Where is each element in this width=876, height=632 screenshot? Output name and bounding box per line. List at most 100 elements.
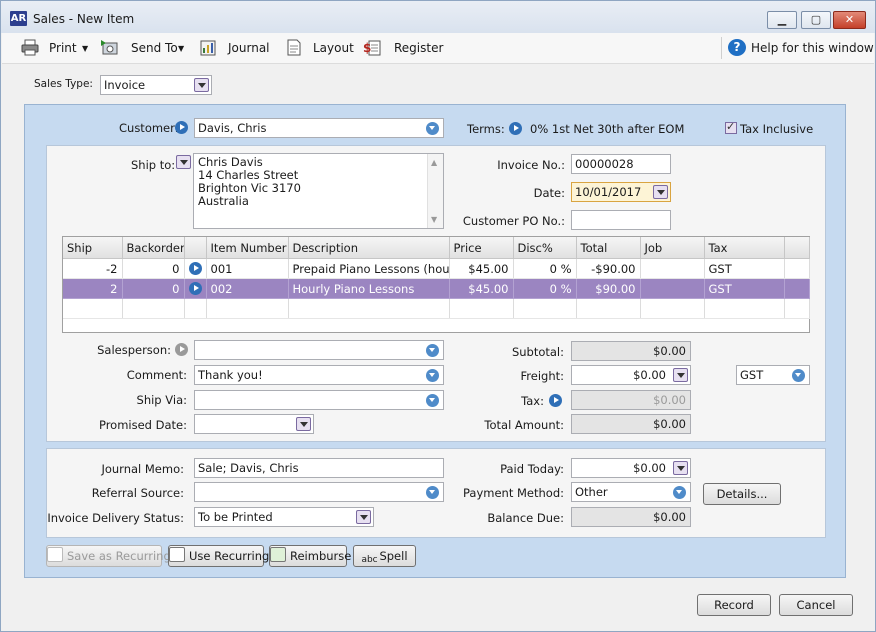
total-amount-value: $0.00 (571, 414, 691, 434)
use-recurring-button[interactable]: Use Recurring (168, 545, 269, 567)
cell-job[interactable] (640, 278, 705, 299)
freight-tax-field[interactable]: GST (736, 365, 810, 385)
layout-icon (287, 39, 301, 56)
cell-ship[interactable]: -2 (63, 258, 123, 279)
customer-field[interactable]: Davis, Chris (194, 118, 444, 138)
journal-memo-field[interactable]: Sale; Davis, Chris (194, 458, 444, 478)
cell-description[interactable]: Hourly Piano Lessons (288, 278, 450, 299)
tax-inclusive-checkbox[interactable] (725, 120, 737, 134)
customer-details-arrow-icon[interactable] (175, 121, 188, 134)
table-row[interactable]: 2 0 002 Hourly Piano Lessons $45.00 0 % … (63, 278, 810, 299)
cell-job[interactable] (640, 258, 705, 279)
chevron-down-icon[interactable] (792, 369, 805, 382)
cell-tax[interactable]: GST (704, 258, 785, 279)
minimize-button[interactable]: ▁ (767, 11, 797, 29)
cancel-button[interactable]: Cancel (779, 594, 853, 616)
record-button[interactable]: Record (697, 594, 771, 616)
ship-via-field[interactable] (194, 390, 444, 410)
chevron-down-icon[interactable] (356, 510, 371, 524)
chevron-down-icon: ▼ (82, 44, 89, 53)
cell-total[interactable]: $90.00 (576, 278, 641, 299)
payment-method-field[interactable]: Other (571, 482, 691, 502)
cell-price[interactable]: $45.00 (449, 278, 514, 299)
chevron-down-icon[interactable] (426, 486, 439, 499)
maximize-button[interactable]: ▢ (801, 11, 831, 29)
spell-button[interactable]: abc Spell (353, 545, 416, 567)
cell-price[interactable]: $45.00 (449, 258, 514, 279)
col-price[interactable]: Price (449, 237, 514, 259)
table-row[interactable] (63, 298, 810, 319)
cell-item-number[interactable]: 001 (206, 258, 289, 279)
register-button[interactable]: $ Register (363, 33, 443, 63)
cell-total[interactable]: -$90.00 (576, 258, 641, 279)
print-button[interactable]: Print ▼ (21, 33, 91, 63)
col-ship[interactable]: Ship (63, 237, 123, 259)
details-button[interactable]: Details... (703, 483, 781, 505)
calendar-dropdown-icon[interactable] (296, 417, 311, 431)
tax-details-arrow-icon[interactable] (549, 394, 562, 407)
referral-source-field[interactable] (194, 482, 444, 502)
cell-disc[interactable]: 0 % (513, 278, 577, 299)
chevron-down-icon[interactable] (426, 122, 439, 135)
cell-backorder[interactable]: 0 (122, 278, 185, 299)
invoice-no-field[interactable]: 00000028 (571, 154, 671, 174)
item-details-arrow-icon[interactable] (188, 262, 202, 275)
col-job[interactable]: Job (640, 237, 705, 259)
freight-dropdown-icon[interactable] (673, 368, 688, 382)
cell-link[interactable] (184, 258, 207, 279)
scroll-down-icon[interactable]: ▼ (431, 213, 437, 226)
ship-to-dropdown-icon[interactable] (176, 155, 191, 169)
reimburse-button[interactable]: Reimburse (269, 545, 351, 567)
save-as-recurring-button[interactable]: Save as Recurring (46, 545, 171, 567)
chevron-down-icon[interactable] (673, 486, 686, 499)
customer-po-field[interactable] (571, 210, 671, 230)
paid-today-field[interactable]: $0.00 (571, 458, 691, 478)
promised-date-field[interactable] (194, 414, 314, 434)
salesperson-arrow-icon[interactable] (175, 343, 188, 356)
cell-description[interactable]: Prepaid Piano Lessons (hours) (288, 258, 450, 279)
cell-backorder[interactable]: 0 (122, 258, 185, 279)
chevron-down-icon[interactable] (194, 78, 209, 92)
comment-field[interactable]: Thank you! (194, 365, 444, 385)
sales-type-select[interactable]: Invoice (100, 75, 212, 95)
col-disc[interactable]: Disc% (513, 237, 577, 259)
ship-to-address[interactable]: Chris Davis 14 Charles Street Brighton V… (193, 153, 444, 229)
send-to-button[interactable]: Send To ▼ (100, 33, 190, 63)
chevron-down-icon[interactable] (426, 369, 439, 382)
col-description[interactable]: Description (288, 237, 450, 259)
col-tax[interactable]: Tax (704, 237, 785, 259)
terms-value: 0% 1st Net 30th after EOM (530, 122, 685, 136)
payment-method-label: Payment Method: (462, 486, 564, 500)
table-row[interactable]: -2 0 001 Prepaid Piano Lessons (hours) $… (63, 258, 810, 279)
chevron-down-icon[interactable] (426, 344, 439, 357)
scroll-up-icon[interactable]: ▲ (431, 156, 437, 169)
freight-field[interactable]: $0.00 (571, 365, 691, 385)
layout-button[interactable]: Layout (285, 33, 355, 63)
date-field[interactable]: 10/01/2017 (571, 182, 671, 202)
paid-today-value: $0.00 (633, 461, 666, 475)
col-item-number[interactable]: Item Number (206, 237, 289, 259)
send-to-label: Send To (131, 41, 178, 55)
balance-due-value: $0.00 (571, 507, 691, 527)
terms-label: Terms: (467, 122, 505, 136)
ship-to-scrollbar[interactable]: ▲ ▼ (427, 154, 443, 228)
cell-tax[interactable]: GST (704, 278, 785, 299)
delivery-status-select[interactable]: To be Printed (194, 507, 374, 527)
cell-link[interactable] (184, 278, 207, 299)
cell-item-number[interactable]: 002 (206, 278, 289, 299)
customer-value: Davis, Chris (198, 121, 267, 135)
salesperson-field[interactable] (194, 340, 444, 360)
cell-ship[interactable]: 2 (63, 278, 123, 299)
col-backorder[interactable]: Backorder (122, 237, 185, 259)
calendar-dropdown-icon[interactable] (653, 185, 668, 199)
paid-today-dropdown-icon[interactable] (673, 461, 688, 475)
help-button[interactable]: ? Help for this window (728, 33, 874, 63)
use-recurring-icon (169, 547, 185, 562)
close-button[interactable]: ✕ (833, 11, 866, 29)
cell-disc[interactable]: 0 % (513, 258, 577, 279)
terms-arrow-icon[interactable] (509, 122, 522, 135)
journal-button[interactable]: Journal (199, 33, 271, 63)
col-total[interactable]: Total (576, 237, 641, 259)
item-details-arrow-icon[interactable] (188, 282, 202, 295)
chevron-down-icon[interactable] (426, 394, 439, 407)
